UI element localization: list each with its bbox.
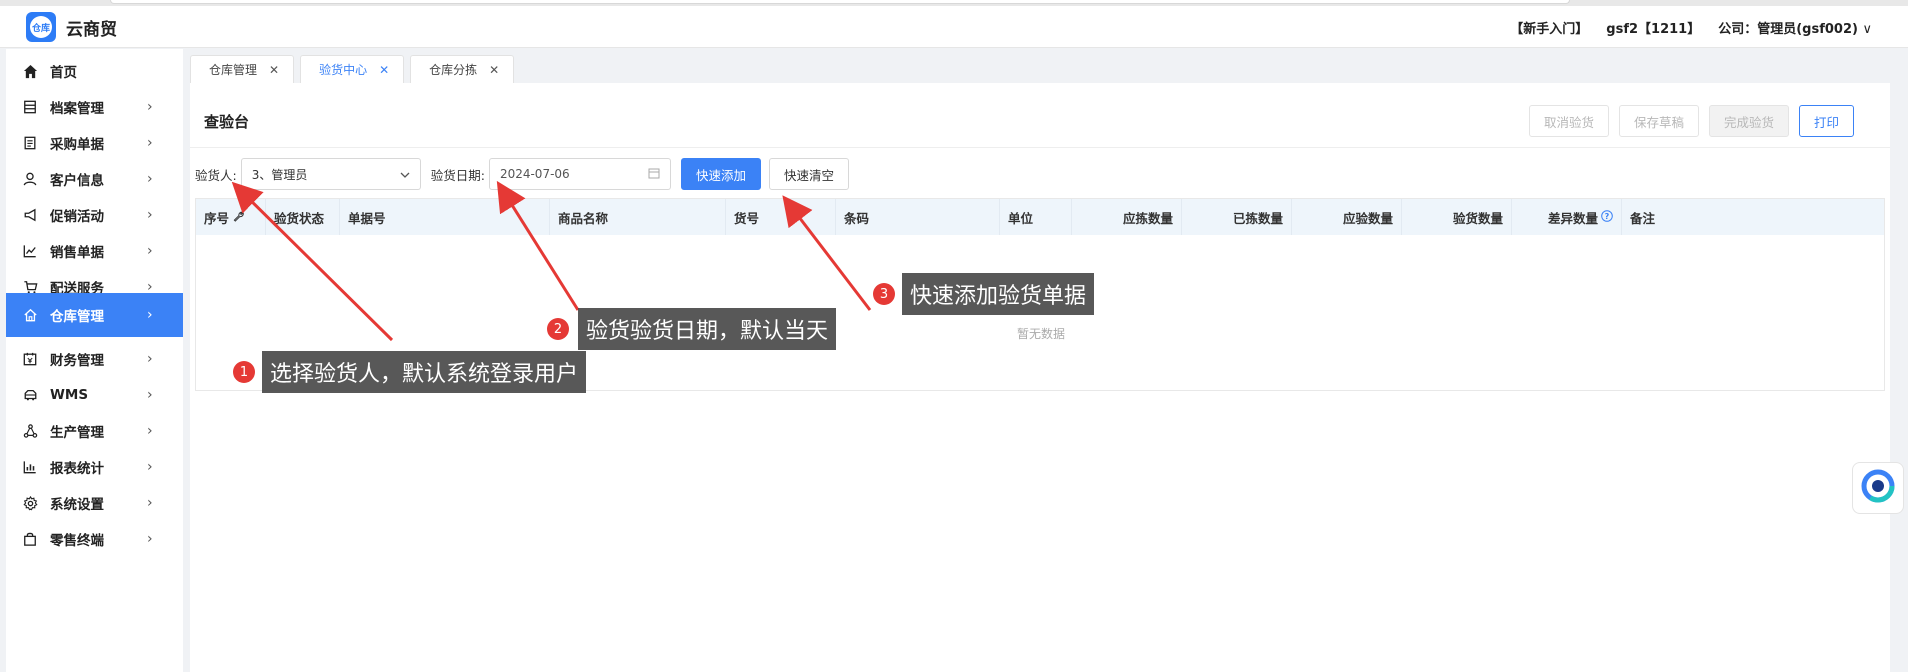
chevron-right-icon: ›	[147, 351, 153, 367]
home-icon	[22, 63, 38, 79]
action-buttons: 取消验货 保存草稿 完成验货 打印	[1528, 105, 1854, 137]
chevron-right-icon: ›	[147, 495, 153, 511]
close-icon[interactable]: ✕	[269, 63, 279, 77]
assistant-icon	[1861, 469, 1895, 507]
bar-chart-icon	[22, 459, 38, 475]
chevron-right-icon: ›	[147, 207, 153, 223]
annotation-badge-2: 2	[547, 318, 569, 340]
inspection-date-input[interactable]: 2024-07-06	[488, 158, 671, 190]
chevron-down-icon: ∨	[1862, 22, 1872, 37]
gear-icon	[22, 495, 38, 511]
purchase-icon	[22, 135, 38, 151]
app-logo: 仓库	[26, 12, 56, 42]
truck-icon	[22, 387, 38, 403]
print-button[interactable]: 打印	[1798, 105, 1854, 137]
network-icon	[22, 423, 38, 439]
inspector-select[interactable]: 3、管理员	[240, 158, 421, 190]
svg-text:?: ?	[1605, 212, 1610, 221]
app-title: 云商贸	[66, 20, 117, 40]
sidebar-item-warehouse[interactable]: 仓库管理 ›	[6, 293, 183, 337]
top-header: 仓库 云商贸 【新手入门】 gsf2【1211】 公司：管理员(gsf002) …	[0, 6, 1908, 48]
annotation-callout-3: 快速添加验货单据	[902, 273, 1095, 315]
user-icon	[22, 171, 38, 187]
chevron-right-icon: ›	[147, 99, 153, 115]
chevron-right-icon: ›	[147, 135, 153, 151]
chevron-right-icon: ›	[147, 171, 153, 187]
col-barcode: 条码	[836, 199, 1000, 235]
empty-state: 暂无数据	[1016, 327, 1065, 341]
company-dropdown[interactable]: 公司：管理员(gsf002) ∨	[1718, 18, 1872, 37]
calendar-icon	[648, 167, 660, 182]
col-unit: 单位	[1000, 199, 1072, 235]
annotation-callout-1: 选择验货人，默认系统登录用户	[262, 351, 587, 393]
house-icon	[22, 307, 38, 323]
chart-line-icon	[22, 243, 38, 259]
col-should-inspect: 应验数量	[1292, 199, 1402, 235]
tab-bar: 仓库管理 ✕ 验货中心 ✕ 仓库分拣 ✕	[190, 55, 515, 83]
wrench-icon[interactable]	[233, 210, 244, 225]
annotation-badge-1: 1	[233, 361, 255, 383]
floating-assistant-button[interactable]	[1852, 462, 1904, 514]
cancel-inspection-button[interactable]: 取消验货	[1528, 105, 1609, 137]
col-difference: 差异数量 ?	[1512, 199, 1622, 235]
col-seq: 序号	[196, 199, 266, 235]
sidebar-item-retail[interactable]: 零售终端 ›	[6, 517, 183, 561]
close-icon[interactable]: ✕	[379, 63, 389, 77]
table-header: 序号 验货状态 单据号 商品名称 货号 条码 单位 应拣数量 已拣数量 应验数量…	[196, 199, 1884, 235]
chevron-right-icon: ›	[147, 387, 153, 403]
chevron-right-icon: ›	[147, 243, 153, 259]
finance-icon	[22, 351, 38, 367]
divider	[190, 147, 1890, 148]
filter-row: 验货人: 3、管理员 验货日期: 2024-07-06 快速添加 快速清空	[195, 158, 849, 190]
save-draft-button[interactable]: 保存草稿	[1618, 105, 1699, 137]
annotation-badge-3: 3	[873, 283, 895, 305]
col-product-name: 商品名称	[550, 199, 726, 235]
complete-inspection-button[interactable]: 完成验货	[1708, 105, 1789, 137]
megaphone-icon	[22, 207, 38, 223]
guide-link[interactable]: 【新手入门】	[1510, 18, 1588, 37]
user-info: gsf2【1211】	[1606, 22, 1701, 37]
col-remark: 备注	[1630, 210, 1656, 226]
help-icon[interactable]: ?	[1601, 209, 1613, 225]
chevron-right-icon: ›	[147, 307, 153, 323]
close-icon[interactable]: ✕	[489, 63, 499, 77]
tab-warehouse[interactable]: 仓库管理 ✕	[190, 55, 295, 83]
col-doc-no: 单据号	[340, 199, 550, 235]
tab-warehouse-sorting[interactable]: 仓库分拣 ✕	[410, 55, 515, 83]
chevron-down-icon	[400, 167, 410, 181]
bag-icon	[22, 531, 38, 547]
col-inspected: 验货数量	[1402, 199, 1512, 235]
archive-icon	[22, 99, 38, 115]
chevron-right-icon: ›	[147, 459, 153, 475]
col-item-no: 货号	[726, 199, 836, 235]
quick-clear-button[interactable]: 快速清空	[768, 158, 849, 190]
quick-add-button[interactable]: 快速添加	[680, 158, 761, 190]
page-title: 查验台	[204, 113, 250, 131]
logo-text: 仓库	[30, 16, 52, 38]
chevron-right-icon: ›	[147, 423, 153, 439]
annotation-callout-2: 验货验货日期，默认当天	[578, 308, 837, 350]
chevron-right-icon: ›	[147, 531, 153, 547]
col-status: 验货状态	[266, 199, 340, 235]
inspector-label: 验货人:	[195, 167, 237, 183]
tab-inspection-center[interactable]: 验货中心 ✕	[300, 55, 405, 83]
col-should-pick: 应拣数量	[1072, 199, 1182, 235]
sidebar: 首页 档案管理 › 采购单据 › 客户信息 › 促销活动 › 销售单据 › 配送…	[6, 49, 183, 672]
col-picked: 已拣数量	[1182, 199, 1292, 235]
date-label: 验货日期:	[430, 167, 485, 183]
